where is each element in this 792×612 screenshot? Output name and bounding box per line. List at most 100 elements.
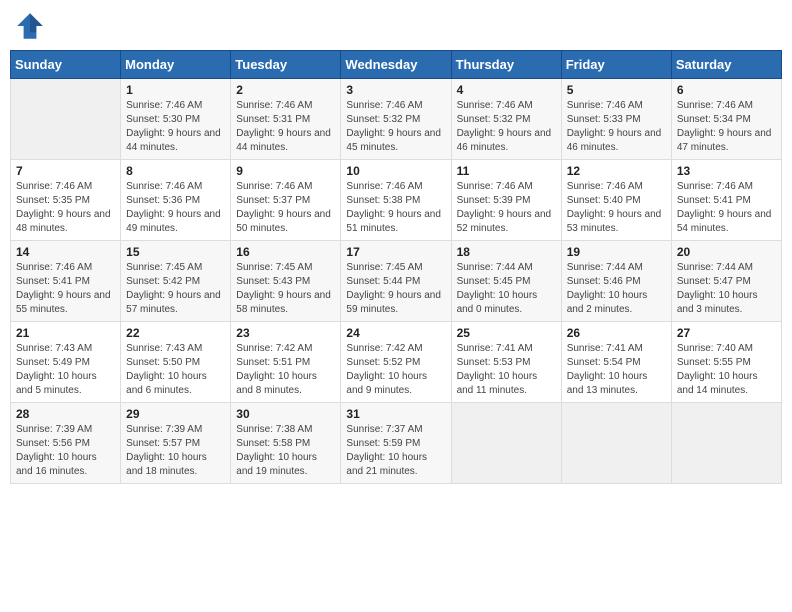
calendar-cell: 10 Sunrise: 7:46 AMSunset: 5:38 PMDayligh… xyxy=(341,160,451,241)
logo xyxy=(14,10,50,42)
day-number: 9 xyxy=(236,164,335,178)
day-number: 17 xyxy=(346,245,445,259)
calendar-week-row: 21Sunrise: 7:43 AMSunset: 5:49 PMDayligh… xyxy=(11,322,782,403)
day-info: Sunrise: 7:46 AMSunset: 5:37 PMDaylight:… xyxy=(236,180,335,236)
calendar-cell: 24Sunrise: 7:42 AMSunset: 5:52 PMDayligh… xyxy=(341,322,451,403)
day-number: 28 xyxy=(16,407,115,421)
calendar-cell: 28 Sunrise: 7:39 AMSunset: 5:56 PMDayligh… xyxy=(11,403,121,484)
col-header-monday: Monday xyxy=(121,51,231,79)
day-number: 6 xyxy=(677,83,776,97)
calendar-week-row: 14 Sunrise: 7:46 AMSunset: 5:41 PMDayligh… xyxy=(11,241,782,322)
calendar-cell: 8 Sunrise: 7:46 AMSunset: 5:36 PMDaylight… xyxy=(121,160,231,241)
day-number: 16 xyxy=(236,245,335,259)
day-number: 10 xyxy=(346,164,445,178)
calendar-cell: 26 Sunrise: 7:41 AMSunset: 5:54 PMDayligh… xyxy=(561,322,671,403)
day-number: 15 xyxy=(126,245,225,259)
calendar-cell: 21Sunrise: 7:43 AMSunset: 5:49 PMDayligh… xyxy=(11,322,121,403)
calendar-cell: 2Sunrise: 7:46 AMSunset: 5:31 PMDaylight… xyxy=(231,79,341,160)
col-header-friday: Friday xyxy=(561,51,671,79)
day-number: 26 xyxy=(567,326,666,340)
calendar-cell: 27 Sunrise: 7:40 AMSunset: 5:55 PMDayligh… xyxy=(671,322,781,403)
logo-icon xyxy=(14,10,46,42)
calendar-week-row: 28 Sunrise: 7:39 AMSunset: 5:56 PMDayligh… xyxy=(11,403,782,484)
calendar-cell xyxy=(671,403,781,484)
day-info: Sunrise: 7:41 AMSunset: 5:54 PMDaylight:… xyxy=(567,342,666,398)
day-info: Sunrise: 7:45 AMSunset: 5:42 PMDaylight:… xyxy=(126,261,225,317)
calendar-cell: 1Sunrise: 7:46 AMSunset: 5:30 PMDaylight… xyxy=(121,79,231,160)
calendar-cell xyxy=(451,403,561,484)
day-number: 24 xyxy=(346,326,445,340)
calendar-cell: 15 Sunrise: 7:45 AMSunset: 5:42 PMDayligh… xyxy=(121,241,231,322)
col-header-sunday: Sunday xyxy=(11,51,121,79)
day-info: Sunrise: 7:39 AMSunset: 5:57 PMDaylight:… xyxy=(126,423,225,479)
col-header-saturday: Saturday xyxy=(671,51,781,79)
day-number: 11 xyxy=(457,164,556,178)
day-number: 19 xyxy=(567,245,666,259)
day-info: Sunrise: 7:40 AMSunset: 5:55 PMDaylight:… xyxy=(677,342,776,398)
page-header xyxy=(10,10,782,42)
day-info: Sunrise: 7:45 AMSunset: 5:43 PMDaylight:… xyxy=(236,261,335,317)
day-number: 18 xyxy=(457,245,556,259)
day-info: Sunrise: 7:46 AMSunset: 5:33 PMDaylight:… xyxy=(567,99,666,155)
day-info: Sunrise: 7:46 AMSunset: 5:39 PMDaylight:… xyxy=(457,180,556,236)
col-header-wednesday: Wednesday xyxy=(341,51,451,79)
calendar-cell: 6 Sunrise: 7:46 AMSunset: 5:34 PMDaylight… xyxy=(671,79,781,160)
calendar-cell: 20Sunrise: 7:44 AMSunset: 5:47 PMDayligh… xyxy=(671,241,781,322)
day-number: 23 xyxy=(236,326,335,340)
day-info: Sunrise: 7:46 AMSunset: 5:36 PMDaylight:… xyxy=(126,180,225,236)
day-info: Sunrise: 7:46 AMSunset: 5:32 PMDaylight:… xyxy=(457,99,556,155)
calendar-cell xyxy=(561,403,671,484)
day-info: Sunrise: 7:44 AMSunset: 5:45 PMDaylight:… xyxy=(457,261,556,317)
day-info: Sunrise: 7:46 AMSunset: 5:31 PMDaylight:… xyxy=(236,99,335,155)
day-info: Sunrise: 7:39 AMSunset: 5:56 PMDaylight:… xyxy=(16,423,115,479)
day-info: Sunrise: 7:43 AMSunset: 5:50 PMDaylight:… xyxy=(126,342,225,398)
day-number: 30 xyxy=(236,407,335,421)
day-info: Sunrise: 7:46 AMSunset: 5:32 PMDaylight:… xyxy=(346,99,445,155)
calendar-cell: 16 Sunrise: 7:45 AMSunset: 5:43 PMDayligh… xyxy=(231,241,341,322)
calendar-cell: 5 Sunrise: 7:46 AMSunset: 5:33 PMDaylight… xyxy=(561,79,671,160)
col-header-tuesday: Tuesday xyxy=(231,51,341,79)
calendar-cell xyxy=(11,79,121,160)
calendar-cell: 18 Sunrise: 7:44 AMSunset: 5:45 PMDayligh… xyxy=(451,241,561,322)
day-number: 4 xyxy=(457,83,556,97)
calendar-cell: 17 Sunrise: 7:45 AMSunset: 5:44 PMDayligh… xyxy=(341,241,451,322)
day-number: 5 xyxy=(567,83,666,97)
day-number: 31 xyxy=(346,407,445,421)
day-info: Sunrise: 7:46 AMSunset: 5:41 PMDaylight:… xyxy=(677,180,776,236)
day-info: Sunrise: 7:41 AMSunset: 5:53 PMDaylight:… xyxy=(457,342,556,398)
calendar-cell: 12Sunrise: 7:46 AMSunset: 5:40 PMDayligh… xyxy=(561,160,671,241)
calendar-cell: 29 Sunrise: 7:39 AMSunset: 5:57 PMDayligh… xyxy=(121,403,231,484)
calendar-cell: 22Sunrise: 7:43 AMSunset: 5:50 PMDayligh… xyxy=(121,322,231,403)
day-number: 3 xyxy=(346,83,445,97)
day-info: Sunrise: 7:46 AMSunset: 5:34 PMDaylight:… xyxy=(677,99,776,155)
calendar-cell: 9 Sunrise: 7:46 AMSunset: 5:37 PMDaylight… xyxy=(231,160,341,241)
calendar-cell: 14 Sunrise: 7:46 AMSunset: 5:41 PMDayligh… xyxy=(11,241,121,322)
day-info: Sunrise: 7:44 AMSunset: 5:46 PMDaylight:… xyxy=(567,261,666,317)
calendar-cell: 4 Sunrise: 7:46 AMSunset: 5:32 PMDaylight… xyxy=(451,79,561,160)
calendar-cell: 30 Sunrise: 7:38 AMSunset: 5:58 PMDayligh… xyxy=(231,403,341,484)
day-info: Sunrise: 7:44 AMSunset: 5:47 PMDaylight:… xyxy=(677,261,776,317)
day-info: Sunrise: 7:37 AMSunset: 5:59 PMDaylight:… xyxy=(346,423,445,479)
calendar-table: SundayMondayTuesdayWednesdayThursdayFrid… xyxy=(10,50,782,484)
day-info: Sunrise: 7:46 AMSunset: 5:38 PMDaylight:… xyxy=(346,180,445,236)
day-number: 13 xyxy=(677,164,776,178)
day-info: Sunrise: 7:46 AMSunset: 5:41 PMDaylight:… xyxy=(16,261,115,317)
day-number: 27 xyxy=(677,326,776,340)
calendar-cell: 7Sunrise: 7:46 AMSunset: 5:35 PMDaylight… xyxy=(11,160,121,241)
calendar-header-row: SundayMondayTuesdayWednesdayThursdayFrid… xyxy=(11,51,782,79)
day-info: Sunrise: 7:38 AMSunset: 5:58 PMDaylight:… xyxy=(236,423,335,479)
day-info: Sunrise: 7:46 AMSunset: 5:35 PMDaylight:… xyxy=(16,180,115,236)
calendar-cell: 3 Sunrise: 7:46 AMSunset: 5:32 PMDaylight… xyxy=(341,79,451,160)
day-number: 29 xyxy=(126,407,225,421)
col-header-thursday: Thursday xyxy=(451,51,561,79)
day-info: Sunrise: 7:45 AMSunset: 5:44 PMDaylight:… xyxy=(346,261,445,317)
calendar-cell: 19 Sunrise: 7:44 AMSunset: 5:46 PMDayligh… xyxy=(561,241,671,322)
calendar-cell: 25Sunrise: 7:41 AMSunset: 5:53 PMDayligh… xyxy=(451,322,561,403)
day-number: 12 xyxy=(567,164,666,178)
calendar-cell: 13 Sunrise: 7:46 AMSunset: 5:41 PMDayligh… xyxy=(671,160,781,241)
day-number: 1 xyxy=(126,83,225,97)
calendar-cell: 23Sunrise: 7:42 AMSunset: 5:51 PMDayligh… xyxy=(231,322,341,403)
calendar-cell: 11 Sunrise: 7:46 AMSunset: 5:39 PMDayligh… xyxy=(451,160,561,241)
day-number: 14 xyxy=(16,245,115,259)
day-number: 8 xyxy=(126,164,225,178)
